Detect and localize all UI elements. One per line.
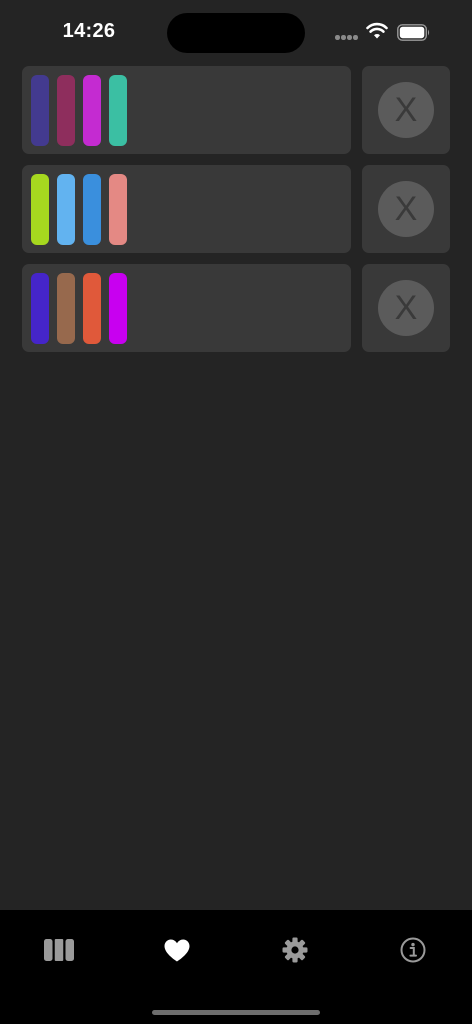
delete-label: X (394, 190, 418, 228)
delete-palette-button[interactable]: X (362, 264, 450, 352)
color-swatch (109, 273, 127, 344)
home-indicator (152, 1010, 320, 1015)
palette-columns-icon (44, 939, 74, 961)
tab-palettes[interactable] (29, 930, 89, 970)
color-swatch (31, 75, 49, 146)
palette-row: X (0, 165, 472, 253)
color-swatch (109, 75, 127, 146)
status-bar: 14:26 (0, 0, 472, 64)
delete-circle: X (378, 82, 434, 138)
delete-circle: X (378, 181, 434, 237)
dynamic-island (167, 13, 305, 53)
wifi-icon (366, 22, 388, 39)
tab-bar (0, 910, 472, 1024)
color-swatch (109, 174, 127, 245)
gear-icon (282, 937, 308, 963)
heart-icon (164, 939, 190, 961)
color-swatch (31, 273, 49, 344)
color-swatch (31, 174, 49, 245)
delete-circle: X (378, 280, 434, 336)
delete-label: X (394, 289, 418, 327)
delete-palette-button[interactable]: X (362, 66, 450, 154)
battery-icon (397, 24, 430, 41)
screen: 14:26 X X X (0, 0, 472, 1024)
color-swatch (57, 174, 75, 245)
status-time: 14:26 (62, 20, 116, 42)
tab-settings[interactable] (265, 930, 325, 970)
palette-card[interactable] (22, 165, 351, 253)
palette-card[interactable] (22, 66, 351, 154)
color-swatch (57, 273, 75, 344)
info-icon (400, 937, 426, 963)
palette-row: X (0, 264, 472, 352)
tab-info[interactable] (383, 930, 443, 970)
palette-row: X (0, 66, 472, 154)
cellular-signal-icon (335, 35, 359, 41)
delete-palette-button[interactable]: X (362, 165, 450, 253)
palette-card[interactable] (22, 264, 351, 352)
tab-favorites[interactable] (147, 930, 207, 970)
color-swatch (83, 75, 101, 146)
delete-label: X (394, 91, 418, 129)
color-swatch (83, 273, 101, 344)
color-swatch (57, 75, 75, 146)
color-swatch (83, 174, 101, 245)
